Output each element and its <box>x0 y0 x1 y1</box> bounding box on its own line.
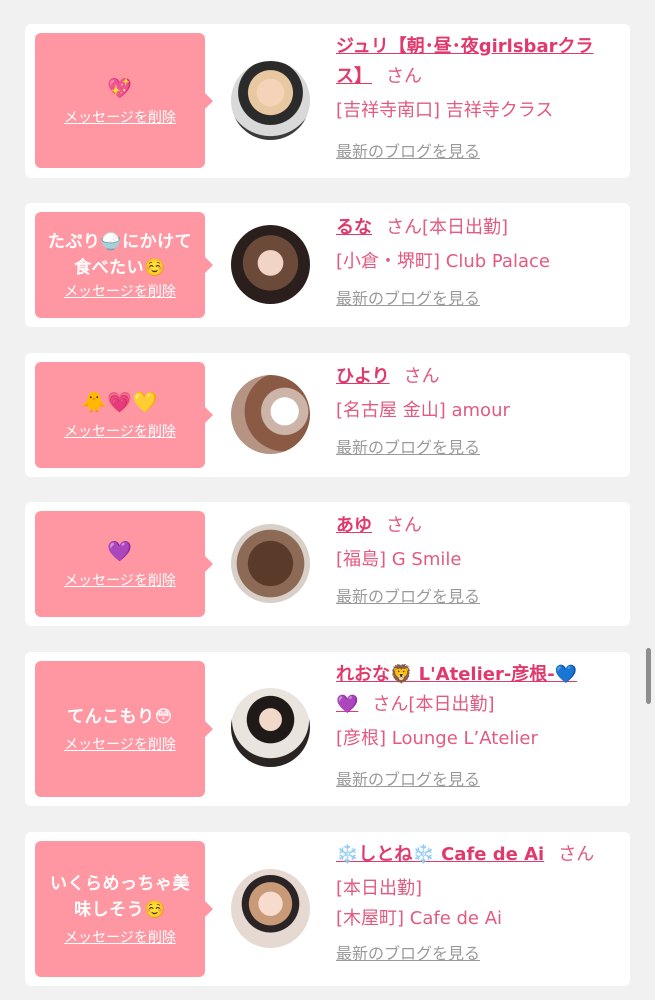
purple-heart-icon: 💜 <box>107 539 133 563</box>
message-text: いくらめっちゃ美 味しそう☺️ <box>50 871 190 923</box>
sparkling-heart-icon: 💖 <box>107 75 133 100</box>
latest-blog-link[interactable]: 最新のブログを見る <box>336 287 621 311</box>
message-bubble: いくらめっちゃ美 味しそう☺️ メッセージを削除 <box>35 841 213 977</box>
message-text: たぷり🍚にかけて 食べたい☺️ <box>48 229 192 281</box>
work-status: [本日出勤] <box>336 878 423 899</box>
message-line: 食べたい☺️ <box>74 258 166 278</box>
message-bubble: 💜 メッセージを削除 <box>35 511 213 617</box>
latest-blog-link[interactable]: 最新のブログを見る <box>336 942 621 966</box>
shop-info: [小倉・堺町] Club Palace <box>336 251 550 272</box>
cast-info: ひより さん [名古屋 金山] amour 最新のブログを見る <box>336 362 621 460</box>
message-bubble: たぷり🍚にかけて 食べたい☺️ メッセージを削除 <box>35 212 213 318</box>
work-status: [本日出勤] <box>422 217 509 238</box>
cast-avatar[interactable] <box>231 375 310 454</box>
cast-avatar[interactable] <box>231 225 310 304</box>
cast-card: いくらめっちゃ美 味しそう☺️ メッセージを削除 ❄️しとね❄️ Cafe de… <box>25 832 630 986</box>
honorific: さん <box>558 844 595 865</box>
message-bubble: 💖 メッセージを削除 <box>35 33 213 168</box>
honorific: さん <box>403 366 440 387</box>
message-line: たぷり🍚にかけて <box>47 232 193 252</box>
cast-name[interactable]: るな <box>336 217 372 238</box>
message-text: 💖 <box>107 75 132 103</box>
cast-card: てんこもり😳 メッセージを削除 れおな🦁 L'Atelier-彦根-💙 💜 さん[… <box>25 652 630 806</box>
delete-message-link[interactable]: メッセージを削除 <box>64 423 176 441</box>
cast-name[interactable]: れおな🦁 L'Atelier-彦根-💙 <box>336 660 621 690</box>
message-text: てんこもり😳 <box>67 704 173 730</box>
cast-name[interactable]: ひより <box>336 366 390 387</box>
shop-info: [吉祥寺南口] 吉祥寺クラス <box>336 100 554 121</box>
cast-name[interactable]: あゆ <box>336 515 372 536</box>
cast-name[interactable]: ❄️しとね❄️ Cafe de Ai <box>336 844 544 865</box>
shop-info: [木屋町] Cafe de Ai <box>336 908 503 929</box>
latest-blog-link[interactable]: 最新のブログを見る <box>336 436 621 460</box>
delete-message-link[interactable]: メッセージを削除 <box>64 572 176 590</box>
latest-blog-link[interactable]: 最新のブログを見る <box>336 585 621 609</box>
cast-name-cont[interactable]: 💜 <box>336 694 358 715</box>
chick-heart-icons: 🐥💗💛 <box>81 390 159 414</box>
delete-message-link[interactable]: メッセージを削除 <box>64 283 176 301</box>
honorific: さん <box>372 694 409 715</box>
cast-avatar[interactable] <box>231 61 310 140</box>
message-bubble: 🐥💗💛 メッセージを削除 <box>35 362 213 468</box>
cast-name[interactable]: ジュリ【朝･昼･夜girlsbarクラ <box>336 32 621 62</box>
cast-info: れおな🦁 L'Atelier-彦根-💙 💜 さん[本日出勤] [彦根] Loung… <box>336 660 621 792</box>
cast-card: 💖 メッセージを削除 ジュリ【朝･昼･夜girlsbarクラ ス】 さん [吉祥寺… <box>25 24 630 178</box>
delete-message-link[interactable]: メッセージを削除 <box>64 109 176 127</box>
work-status: [本日出勤] <box>408 694 495 715</box>
latest-blog-link[interactable]: 最新のブログを見る <box>336 140 621 164</box>
honorific: さん <box>386 66 422 87</box>
favorite-cast-list: 💖 メッセージを削除 ジュリ【朝･昼･夜girlsbarクラ ス】 さん [吉祥寺… <box>0 0 655 1000</box>
cast-card: たぷり🍚にかけて 食べたい☺️ メッセージを削除 るな さん[本日出勤] [小倉・… <box>25 203 630 327</box>
cast-card: 💜 メッセージを削除 あゆ さん [福島] G Smile 最新のブログを見る <box>25 502 630 626</box>
honorific: さん <box>386 515 422 536</box>
honorific: さん <box>386 217 422 238</box>
message-line: いくらめっちゃ美 <box>50 874 190 894</box>
delete-message-link[interactable]: メッセージを削除 <box>64 929 176 947</box>
message-text: 🐥💗💛 <box>82 389 158 417</box>
cast-info: あゆ さん [福島] G Smile 最新のブログを見る <box>336 511 621 609</box>
cast-info: ジュリ【朝･昼･夜girlsbarクラ ス】 さん [吉祥寺南口] 吉祥寺クラス … <box>336 32 621 164</box>
cast-avatar[interactable] <box>231 524 310 603</box>
cast-avatar[interactable] <box>231 869 310 948</box>
message-line: 味しそう☺️ <box>74 900 166 920</box>
message-bubble: てんこもり😳 メッセージを削除 <box>35 661 213 797</box>
cast-card: 🐥💗💛 メッセージを削除 ひより さん [名古屋 金山] amour 最新のブログ… <box>25 353 630 477</box>
shop-info: [福島] G Smile <box>336 549 462 570</box>
cast-info: るな さん[本日出勤] [小倉・堺町] Club Palace 最新のブログを見る <box>336 213 621 311</box>
message-text: 💜 <box>107 538 132 566</box>
shop-info: [彦根] Lounge L’Atelier <box>336 728 538 749</box>
cast-info: ❄️しとね❄️ Cafe de Ai さん [本日出勤] [木屋町] Cafe d… <box>336 840 621 966</box>
shop-info: [名古屋 金山] amour <box>336 400 510 421</box>
cast-avatar[interactable] <box>231 688 310 767</box>
latest-blog-link[interactable]: 最新のブログを見る <box>336 768 621 792</box>
cast-name-cont[interactable]: ス】 <box>336 66 372 87</box>
scrollbar-thumb[interactable] <box>646 648 651 704</box>
delete-message-link[interactable]: メッセージを削除 <box>64 736 176 754</box>
message-line: てんこもり😳 <box>67 707 173 727</box>
